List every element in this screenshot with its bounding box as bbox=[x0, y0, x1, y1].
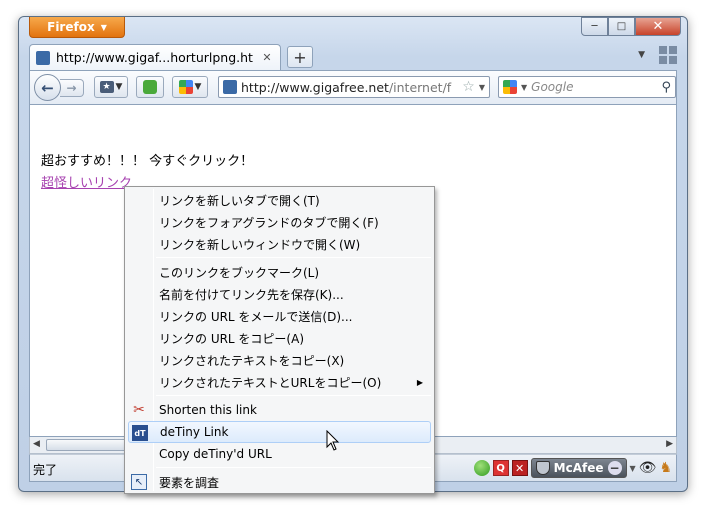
mouse-cursor-icon bbox=[326, 430, 340, 451]
chevron-down-icon: ▼ bbox=[100, 22, 107, 32]
menu-item-label: 要素を調査 bbox=[159, 475, 220, 490]
magnifier-icon[interactable]: ⚲ bbox=[661, 80, 671, 95]
navigation-toolbar: → ← ★ ▼ ▼ http://www.gigafree.net/intern… bbox=[29, 70, 677, 104]
forward-button[interactable]: → bbox=[60, 79, 84, 97]
chevron-down-icon[interactable]: ▼ bbox=[521, 83, 527, 92]
mcafee-label: McAfee bbox=[553, 461, 604, 475]
menu-item-copy-link[interactable]: リンクの URL をコピー(A) bbox=[128, 327, 431, 349]
menu-separator bbox=[156, 257, 431, 258]
url-bar[interactable]: http://www.gigafree.net/internet/f ☆ ▼ bbox=[218, 76, 490, 98]
menu-item-label: Shorten this link bbox=[159, 403, 257, 417]
menu-item-label: リンクの URL をコピー(A) bbox=[159, 331, 305, 346]
search-input[interactable]: Google bbox=[531, 80, 657, 94]
eye-icon[interactable]: 👁 bbox=[639, 460, 657, 476]
status-icons: Q ✕ McAfee − ▼ 👁 ♞ bbox=[473, 458, 672, 478]
firefox-button-label: Firefox bbox=[47, 20, 95, 34]
menu-separator bbox=[156, 467, 431, 468]
url-dropdown-icon[interactable]: ▼ bbox=[479, 83, 485, 92]
menu-item-label: リンクを新しいタブで開く(T) bbox=[159, 193, 320, 208]
tab-groups-icon[interactable] bbox=[659, 46, 677, 64]
menu-item-copy-detiny-url[interactable]: Copy deTiny'd URL bbox=[128, 443, 431, 465]
mcafee-shield-icon bbox=[535, 461, 550, 475]
tab-active[interactable]: http://www.gigaf...horturlpng.html ✕ bbox=[29, 44, 281, 70]
menu-item-copy-link-text[interactable]: リンクされたテキストをコピー(X) bbox=[128, 349, 431, 371]
mcafee-minus-icon: − bbox=[607, 461, 622, 475]
menu-item-copy-text-and-url[interactable]: リンクされたテキストとURLをコピー(O) ▶ bbox=[128, 371, 431, 393]
red-x-icon[interactable]: ✕ bbox=[511, 460, 528, 476]
addons-button[interactable] bbox=[136, 76, 164, 98]
site-identity-icon bbox=[223, 80, 237, 94]
caption-buttons: ─ □ ✕ bbox=[581, 17, 681, 36]
google-toolbar-button[interactable]: ▼ bbox=[172, 76, 208, 98]
inspect-icon: ↖ bbox=[131, 474, 147, 490]
menu-item-bookmark-link[interactable]: このリンクをブックマーク(L) bbox=[128, 261, 431, 283]
chevron-down-icon[interactable]: ▼ bbox=[630, 464, 636, 473]
menu-separator bbox=[156, 395, 431, 396]
menu-item-label: このリンクをブックマーク(L) bbox=[159, 265, 320, 280]
forward-arrow-icon: → bbox=[66, 81, 77, 95]
bookmark-star-icon: ★ bbox=[99, 81, 114, 93]
menu-item-label: リンクされたテキストとURLをコピー(O) bbox=[159, 375, 382, 390]
detiny-icon: dT bbox=[132, 425, 148, 441]
minimize-button[interactable]: ─ bbox=[581, 17, 608, 36]
menu-item-open-new-window[interactable]: リンクを新しいウィンドウで開く(W) bbox=[128, 233, 431, 255]
context-menu: リンクを新しいタブで開く(T) リンクをフォアグランドのタブで開く(F) リンク… bbox=[124, 186, 435, 494]
menu-item-label: リンクの URL をメールで送信(D)... bbox=[159, 309, 353, 324]
menu-item-inspect-element[interactable]: ↖ 要素を調査 bbox=[128, 471, 431, 493]
scroll-right-icon[interactable]: ▶ bbox=[666, 439, 673, 449]
url-text[interactable]: http://www.gigafree.net/internet/f bbox=[241, 80, 458, 95]
menu-item-label: リンクされたテキストをコピー(X) bbox=[159, 353, 345, 368]
chevron-down-icon: ▼ bbox=[194, 82, 202, 92]
search-bar[interactable]: ▼ Google ⚲ bbox=[498, 76, 676, 98]
submenu-arrow-icon: ▶ bbox=[416, 377, 423, 387]
tab-close-icon[interactable]: ✕ bbox=[260, 51, 274, 65]
red-q-icon[interactable]: Q bbox=[492, 460, 509, 476]
menu-item-detiny-link[interactable]: dT deTiny Link bbox=[128, 421, 431, 443]
url-domain: http://www.gigafree.net bbox=[241, 79, 389, 95]
close-window-button[interactable]: ✕ bbox=[635, 17, 681, 36]
back-arrow-icon: ← bbox=[41, 78, 54, 97]
tab-title: http://www.gigaf...horturlpng.html bbox=[56, 50, 254, 65]
tab-strip: http://www.gigaf...horturlpng.html ✕ + ▼ bbox=[29, 42, 677, 70]
scissors-icon: ✂ bbox=[133, 402, 145, 418]
firefox-menu-button[interactable]: Firefox ▼ bbox=[29, 17, 125, 38]
site-favicon-icon bbox=[36, 50, 50, 65]
page-link[interactable]: 超怪しいリンク bbox=[41, 172, 132, 191]
tab-list-chevron-icon[interactable]: ▼ bbox=[638, 50, 645, 60]
menu-item-label: リンクを新しいウィンドウで開く(W) bbox=[159, 237, 361, 252]
new-tab-button[interactable]: + bbox=[287, 46, 313, 68]
bookmarks-menu-button[interactable]: ★ ▼ bbox=[94, 76, 128, 98]
puzzle-icon bbox=[143, 80, 157, 94]
menu-item-open-foreground-tab[interactable]: リンクをフォアグランドのタブで開く(F) bbox=[128, 211, 431, 233]
url-path: /internet/f bbox=[388, 79, 452, 95]
maximize-button[interactable]: □ bbox=[608, 17, 635, 36]
menu-item-shorten-link[interactable]: ✂ Shorten this link bbox=[128, 399, 431, 421]
menu-item-label: 名前を付けてリンク先を保存(K)... bbox=[159, 287, 344, 302]
menu-item-label: リンクをフォアグランドのタブで開く(F) bbox=[159, 215, 379, 230]
menu-item-label: deTiny Link bbox=[160, 425, 229, 439]
extension-figure-icon[interactable]: ♞ bbox=[659, 460, 672, 476]
status-text: 完了 bbox=[33, 463, 58, 477]
chevron-down-icon: ▼ bbox=[115, 82, 123, 92]
google-icon[interactable] bbox=[503, 80, 517, 94]
menu-item-label: Copy deTiny'd URL bbox=[159, 447, 272, 461]
google-icon bbox=[178, 80, 193, 94]
bookmark-star-icon[interactable]: ☆ bbox=[462, 79, 475, 95]
scrollbar-thumb[interactable] bbox=[46, 439, 136, 451]
scroll-left-icon[interactable]: ◀ bbox=[33, 439, 40, 449]
green-status-icon[interactable] bbox=[473, 460, 490, 476]
menu-item-email-link[interactable]: リンクの URL をメールで送信(D)... bbox=[128, 305, 431, 327]
mcafee-button[interactable]: McAfee − bbox=[530, 458, 627, 478]
page-text: 超おすすめ！！！ 今すぐクリック！ bbox=[41, 154, 254, 169]
back-button[interactable]: ← bbox=[34, 74, 61, 101]
menu-item-open-new-tab[interactable]: リンクを新しいタブで開く(T) bbox=[128, 189, 431, 211]
back-forward: → ← bbox=[34, 74, 84, 101]
menu-item-save-link-as[interactable]: 名前を付けてリンク先を保存(K)... bbox=[128, 283, 431, 305]
